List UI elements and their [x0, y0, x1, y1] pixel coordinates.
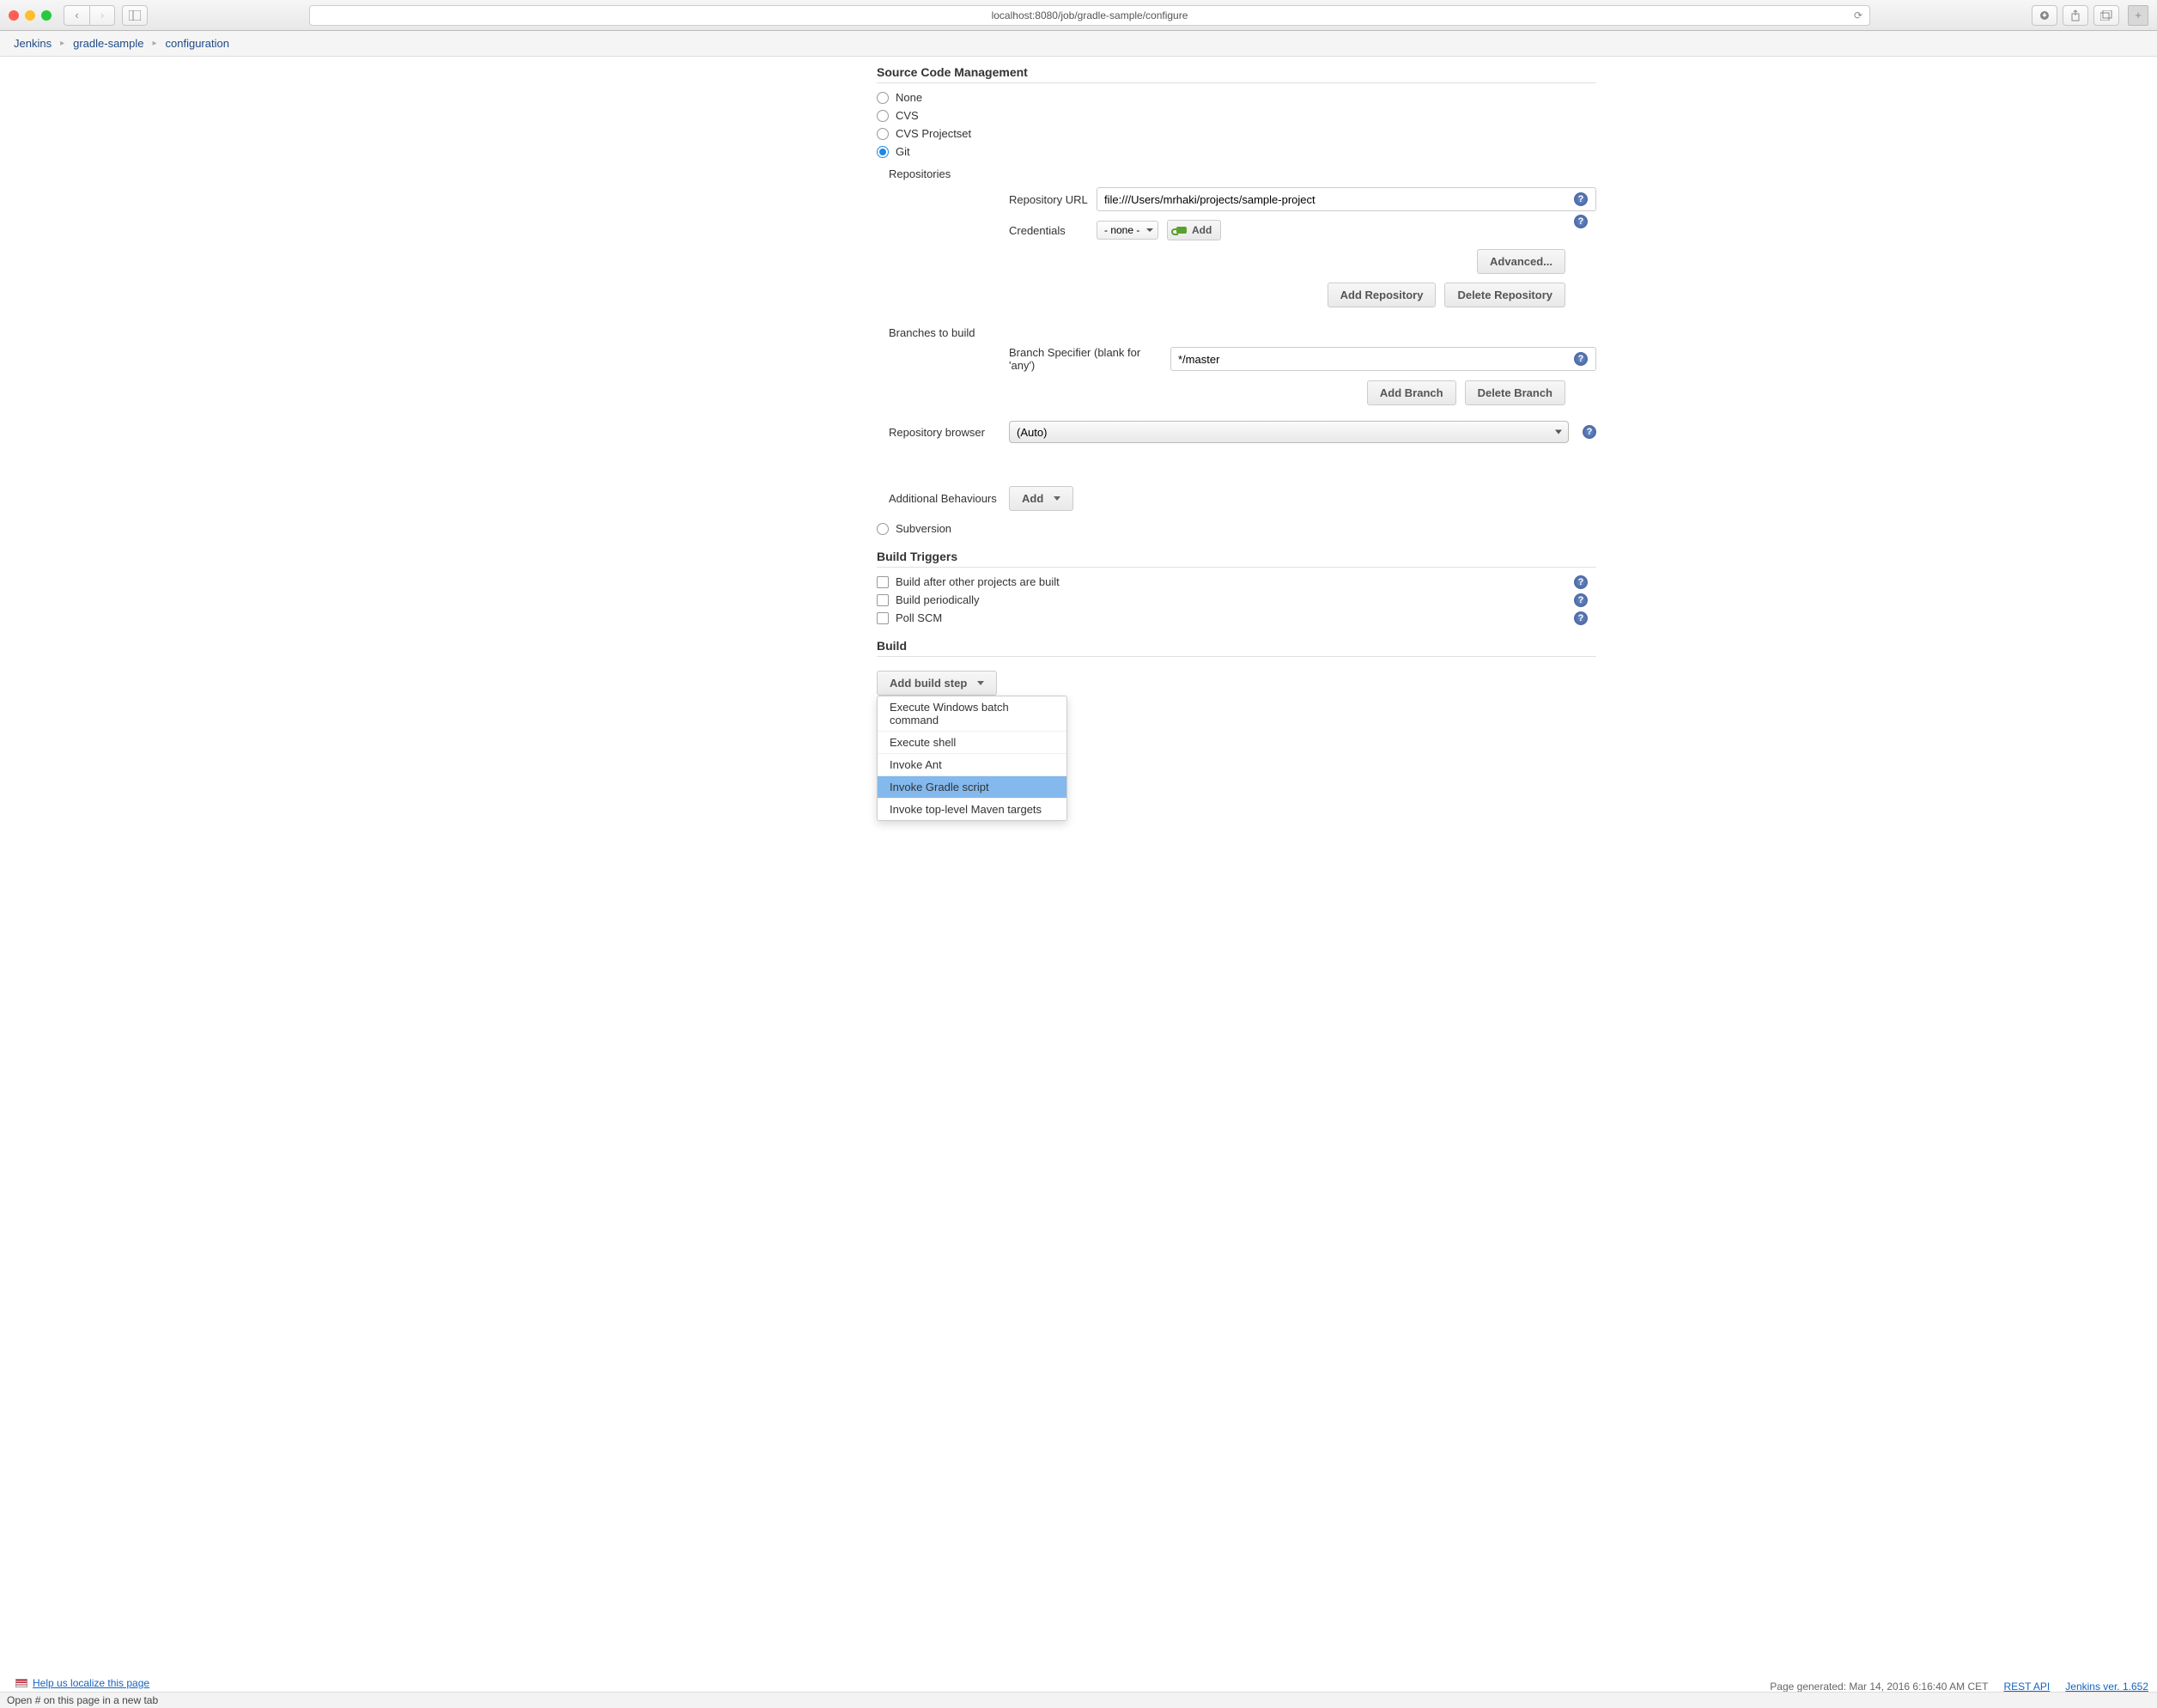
minimize-window-icon[interactable]	[25, 10, 35, 21]
build-triggers-title: Build Triggers	[877, 550, 1596, 568]
window-controls	[9, 10, 52, 21]
help-icon[interactable]: ?	[1574, 215, 1588, 228]
maximize-window-icon[interactable]	[41, 10, 52, 21]
forward-button[interactable]: ›	[89, 5, 115, 26]
key-icon	[1176, 227, 1187, 234]
scm-option-git[interactable]: Git	[877, 143, 1596, 161]
delete-repository-button[interactable]: Delete Repository	[1444, 283, 1565, 307]
advanced-button[interactable]: Advanced...	[1477, 249, 1565, 274]
help-icon[interactable]: ?	[1574, 575, 1588, 589]
breadcrumb: Jenkins ▸ gradle-sample ▸ configuration	[0, 31, 2157, 57]
status-bar: Open # on this page in a new tab	[0, 1692, 2157, 1708]
sidebar-toggle-icon[interactable]	[122, 5, 148, 26]
help-icon[interactable]: ?	[1574, 192, 1588, 206]
add-repository-button[interactable]: Add Repository	[1328, 283, 1437, 307]
status-text: Open # on this page in a new tab	[7, 1694, 158, 1706]
help-icon[interactable]: ?	[1574, 611, 1588, 625]
menu-item-invoke-maven[interactable]: Invoke top-level Maven targets	[878, 799, 1066, 820]
trigger-label: Poll SCM	[896, 611, 942, 624]
menu-item-exec-batch[interactable]: Execute Windows batch command	[878, 696, 1066, 732]
radio-icon[interactable]	[877, 110, 889, 122]
chevron-right-icon: ▸	[60, 39, 64, 48]
chevron-right-icon: ▸	[152, 39, 156, 48]
url-text: localhost:8080/job/gradle-sample/configu…	[992, 9, 1188, 21]
checkbox-icon[interactable]	[877, 576, 889, 588]
browser-chrome: ‹ › localhost:8080/job/gradle-sample/con…	[0, 0, 2157, 31]
footer: Page generated: Mar 14, 2016 6:16:40 AM …	[1770, 1681, 2148, 1693]
scm-option-label: CVS Projectset	[896, 127, 971, 140]
repo-browser-label: Repository browser	[889, 422, 1000, 442]
jenkins-version-link[interactable]: Jenkins ver. 1.652	[2065, 1681, 2148, 1693]
checkbox-icon[interactable]	[877, 594, 889, 606]
credentials-select[interactable]: - none -	[1097, 221, 1158, 240]
trigger-poll-scm[interactable]: Poll SCM ?	[877, 609, 1596, 627]
add-credentials-button[interactable]: Add	[1167, 220, 1221, 240]
reload-icon[interactable]: ⟳	[1854, 9, 1862, 21]
scm-option-label: None	[896, 91, 922, 104]
tabs-icon[interactable]	[2093, 5, 2119, 26]
branch-specifier-input[interactable]	[1170, 347, 1596, 371]
download-icon[interactable]	[2032, 5, 2057, 26]
chevron-down-icon	[1054, 496, 1060, 501]
share-icon[interactable]	[2063, 5, 2088, 26]
scm-option-cvs[interactable]: CVS	[877, 106, 1596, 125]
scm-option-none[interactable]: None	[877, 88, 1596, 106]
localize-link[interactable]: Help us localize this page	[15, 1677, 149, 1689]
repositories-label: Repositories	[889, 164, 1000, 184]
flag-icon	[15, 1679, 27, 1687]
additional-behaviours-label: Additional Behaviours	[889, 489, 1000, 508]
scm-option-label: CVS	[896, 109, 919, 122]
scm-option-cvs-projectset[interactable]: CVS Projectset	[877, 125, 1596, 143]
additional-add-button[interactable]: Add	[1009, 486, 1073, 511]
repo-browser-select[interactable]: (Auto)	[1009, 421, 1569, 443]
back-button[interactable]: ‹	[64, 5, 89, 26]
help-icon[interactable]: ?	[1583, 425, 1596, 439]
new-tab-button[interactable]: +	[2128, 5, 2148, 26]
checkbox-icon[interactable]	[877, 612, 889, 624]
radio-icon[interactable]	[877, 523, 889, 535]
trigger-label: Build after other projects are built	[896, 575, 1060, 588]
menu-item-exec-shell[interactable]: Execute shell	[878, 732, 1066, 754]
close-window-icon[interactable]	[9, 10, 19, 21]
radio-icon[interactable]	[877, 146, 889, 158]
chevron-down-icon	[977, 681, 984, 685]
rest-api-link[interactable]: REST API	[2003, 1681, 2050, 1693]
trigger-periodically[interactable]: Build periodically ?	[877, 591, 1596, 609]
trigger-after-projects[interactable]: Build after other projects are built ?	[877, 573, 1596, 591]
scm-option-label: Git	[896, 145, 910, 158]
url-bar[interactable]: localhost:8080/job/gradle-sample/configu…	[309, 5, 1870, 26]
radio-icon[interactable]	[877, 128, 889, 140]
branches-label: Branches to build	[889, 323, 1000, 343]
repository-url-label: Repository URL	[1009, 193, 1088, 206]
add-build-step-menu: Execute Windows batch command Execute sh…	[877, 696, 1067, 821]
credentials-label: Credentials	[1009, 224, 1088, 237]
repository-url-input[interactable]	[1097, 187, 1596, 211]
scm-section-title: Source Code Management	[877, 65, 1596, 83]
trigger-label: Build periodically	[896, 593, 980, 606]
menu-item-invoke-ant[interactable]: Invoke Ant	[878, 754, 1066, 776]
breadcrumb-job[interactable]: gradle-sample	[73, 37, 143, 50]
breadcrumb-configuration[interactable]: configuration	[166, 37, 229, 50]
help-icon[interactable]: ?	[1574, 352, 1588, 366]
branch-specifier-label: Branch Specifier (blank for 'any')	[1009, 346, 1162, 372]
radio-icon[interactable]	[877, 92, 889, 104]
scm-option-subversion[interactable]: Subversion	[877, 520, 1596, 538]
help-icon[interactable]: ?	[1574, 593, 1588, 607]
add-branch-button[interactable]: Add Branch	[1367, 380, 1456, 405]
scm-option-label: Subversion	[896, 522, 951, 535]
breadcrumb-jenkins[interactable]: Jenkins	[14, 37, 52, 50]
build-title: Build	[877, 639, 1596, 657]
delete-branch-button[interactable]: Delete Branch	[1465, 380, 1565, 405]
add-build-step-button[interactable]: Add build step	[877, 671, 997, 696]
page-generated: Page generated: Mar 14, 2016 6:16:40 AM …	[1770, 1681, 1988, 1693]
menu-item-invoke-gradle[interactable]: Invoke Gradle script	[878, 776, 1066, 799]
